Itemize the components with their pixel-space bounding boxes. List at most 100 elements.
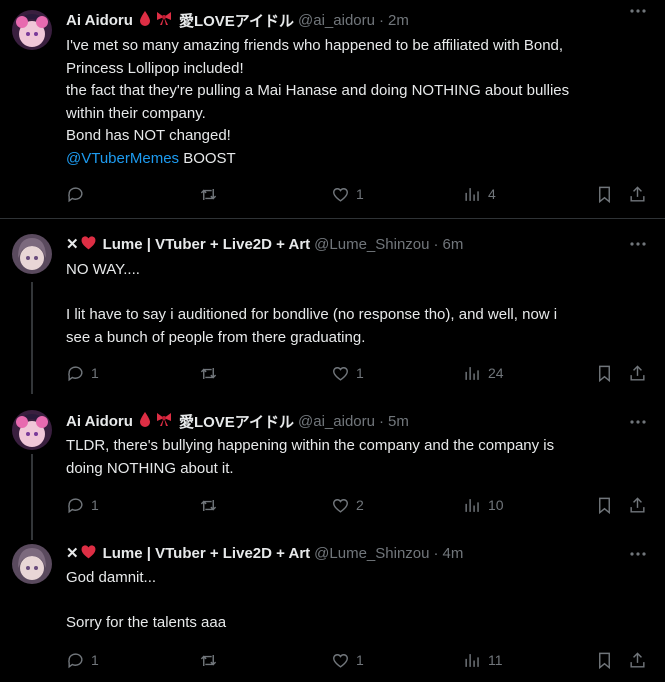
analytics-icon (465, 187, 479, 201)
bookmark-icon (599, 186, 610, 203)
tweet-text: God damnit... Sorry for the talents aaa (66, 569, 227, 631)
heart-icon (332, 498, 349, 513)
reply-icon (68, 186, 83, 202)
bookmark-button[interactable] (595, 494, 614, 516)
mention-link[interactable]: @VTuberMemes (66, 150, 179, 167)
reply-button[interactable]: 1 (66, 494, 99, 516)
text-line: Princess Lollipop included! (66, 59, 244, 77)
timestamp[interactable]: 6m (442, 236, 463, 253)
tweet-text: I've met so many amazing friends who hap… (66, 35, 643, 170)
like-button[interactable]: 2 (331, 494, 364, 516)
heart-icon (332, 653, 349, 668)
share-button[interactable] (628, 362, 647, 384)
timestamp[interactable]: 2m (388, 12, 409, 29)
action-bar: 1 1 11 (0, 649, 665, 671)
like-button[interactable]: 1 (331, 362, 364, 384)
reply-count: 1 (91, 652, 99, 668)
repost-button[interactable] (199, 494, 224, 516)
reply-button[interactable]: 1 (66, 362, 99, 384)
name-prefix-x: ✕ (66, 545, 79, 562)
display-name[interactable]: Ai Aidoru (66, 413, 133, 430)
timestamp[interactable]: 5m (388, 413, 409, 430)
analytics-icon (465, 653, 479, 667)
share-button[interactable] (628, 649, 647, 671)
like-count: 1 (356, 186, 364, 202)
tweet-header: Ai Aidoru 愛LOVEアイドル @ai_aidoru · 2m (66, 10, 625, 30)
views-button[interactable]: 4 (463, 183, 496, 205)
handle[interactable]: @ai_aidoru (298, 413, 375, 430)
view-count: 11 (488, 652, 503, 668)
action-bar: 1 4 (0, 183, 665, 205)
more-options-icon[interactable] (629, 235, 647, 253)
repost-icon (200, 654, 217, 666)
blood-drop-icon (139, 411, 151, 431)
reply-button[interactable] (66, 183, 91, 205)
analytics-icon (465, 498, 479, 512)
handle[interactable]: @Lume_Shinzou (314, 545, 429, 562)
display-name-suffix: 愛LOVEアイドル (178, 12, 295, 30)
action-bar: 1 1 24 (0, 362, 665, 384)
share-icon (630, 364, 645, 381)
text-line: BOOST (179, 149, 236, 167)
text-line: Bond has NOT changed! (66, 127, 231, 144)
tweet-header: Ai Aidoru 愛LOVEアイドル @ai_aidoru · 5m (66, 411, 625, 431)
more-options-icon[interactable] (629, 413, 647, 431)
view-count: 24 (488, 365, 504, 381)
separator-dot: · (378, 11, 384, 29)
avatar-lume[interactable] (12, 234, 52, 274)
share-icon (630, 651, 645, 668)
tweet-text: NO WAY.... I lit have to say i auditione… (66, 261, 558, 346)
bookmark-button[interactable] (595, 649, 614, 671)
handle[interactable]: @Lume_Shinzou (314, 236, 429, 253)
heart-icon (332, 187, 349, 202)
bookmark-button[interactable] (595, 183, 614, 205)
tweet-text: TLDR, there's bullying happening within … (66, 437, 555, 477)
reply-icon (68, 652, 83, 668)
bookmark-icon (599, 497, 610, 514)
like-button[interactable]: 1 (331, 183, 364, 205)
avatar-ai-aidoru[interactable] (12, 410, 52, 450)
ribbon-icon (155, 411, 173, 431)
reply-button[interactable]: 1 (66, 649, 99, 671)
ribbon-icon (155, 10, 173, 30)
like-count: 2 (356, 497, 364, 513)
views-button[interactable]: 11 (463, 649, 503, 671)
views-button[interactable]: 10 (463, 494, 504, 516)
text-line: I've met so many amazing friends who hap… (66, 37, 564, 54)
more-options-icon[interactable] (629, 545, 647, 563)
tweet-divider (0, 218, 665, 219)
tweet-header: ✕ Lume | VTuber + Live2D + Art @Lume_Shi… (66, 234, 625, 254)
repost-icon (200, 367, 217, 379)
repost-button[interactable] (199, 649, 224, 671)
avatar-lume[interactable] (12, 544, 52, 584)
separator-dot: · (378, 412, 384, 430)
blood-drop-icon (139, 10, 151, 30)
repost-icon (200, 499, 217, 511)
more-options-icon[interactable] (629, 2, 647, 20)
name-prefix-x: ✕ (66, 236, 79, 253)
handle[interactable]: @ai_aidoru (298, 12, 375, 29)
timestamp[interactable]: 4m (442, 545, 463, 562)
repost-button[interactable] (199, 362, 224, 384)
like-count: 1 (356, 652, 364, 668)
bookmark-icon (599, 652, 610, 669)
heart-icon (332, 366, 349, 381)
separator-dot: · (433, 235, 439, 253)
like-button[interactable]: 1 (331, 649, 364, 671)
view-count: 4 (488, 186, 496, 202)
text-line: the fact that they're pulling a Mai Hana… (66, 82, 570, 99)
views-button[interactable]: 24 (463, 362, 504, 384)
display-name-suffix: 愛LOVEアイドル (178, 413, 295, 431)
avatar-ai-aidoru[interactable] (12, 10, 52, 50)
heart-badge-icon (80, 544, 97, 563)
share-button[interactable] (628, 494, 647, 516)
share-button[interactable] (628, 183, 647, 205)
display-name[interactable]: Ai Aidoru (66, 12, 133, 29)
display-name[interactable]: Lume | VTuber + Live2D + Art (103, 236, 311, 253)
repost-button[interactable] (199, 183, 224, 205)
reply-icon (68, 365, 83, 381)
share-icon (630, 496, 645, 513)
display-name[interactable]: Lume | VTuber + Live2D + Art (103, 545, 311, 562)
reply-count: 1 (91, 497, 99, 513)
bookmark-button[interactable] (595, 362, 614, 384)
